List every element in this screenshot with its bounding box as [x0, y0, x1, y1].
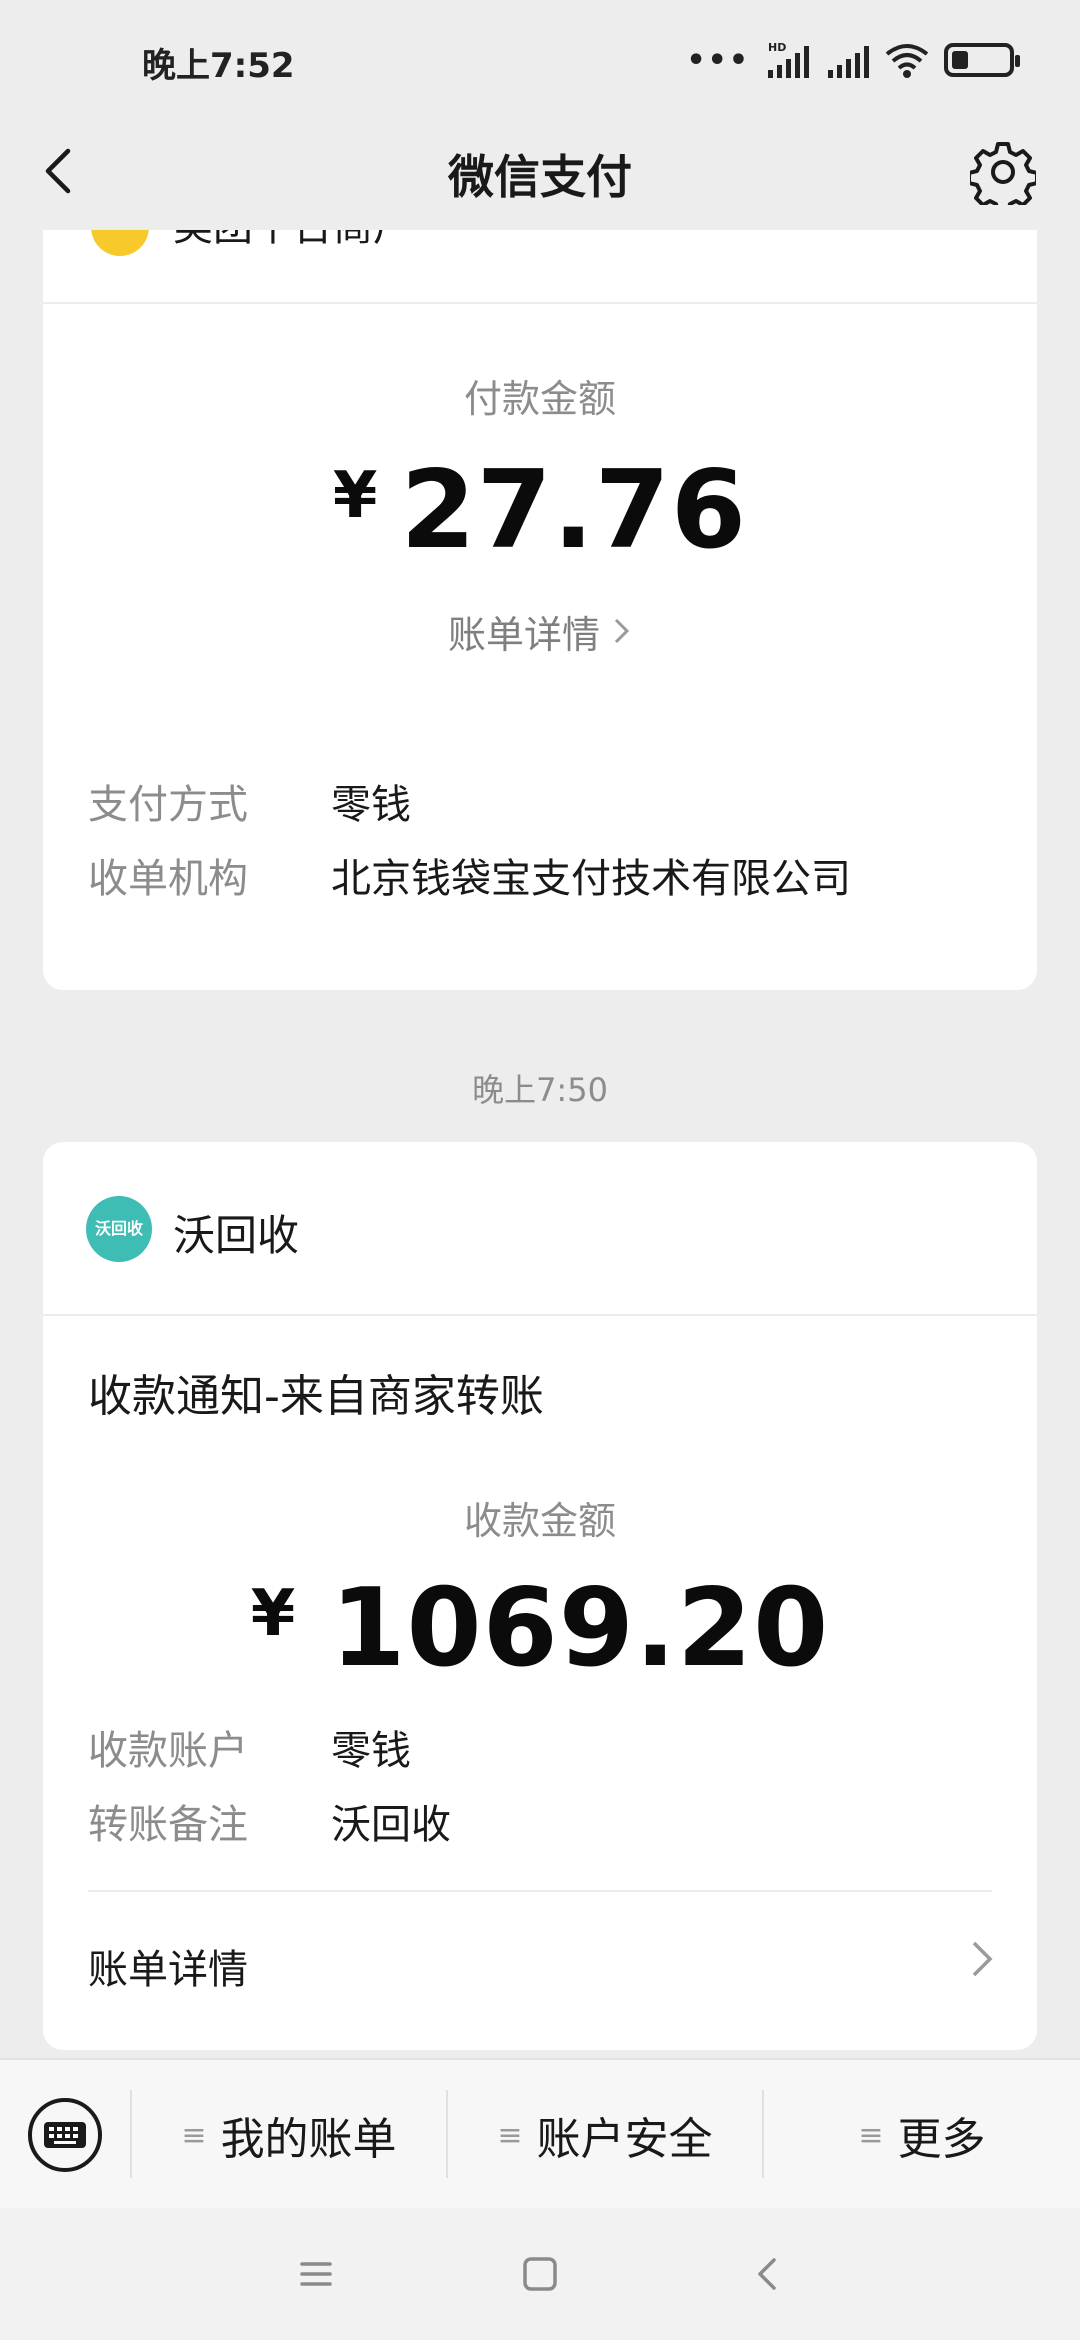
receipt-card[interactable]: 沃回收 沃回收 收款通知-来自商家转账 收款金额 ¥1069.20 收款账户 零… — [43, 1142, 1037, 2050]
keyboard-toggle-button[interactable] — [28, 2098, 102, 2172]
menu-lines-icon: ≡ — [497, 2117, 523, 2153]
meituan-logo — [91, 230, 149, 256]
bill-detail-label: 账单详情 — [447, 613, 600, 657]
currency-symbol: ¥ — [332, 459, 379, 533]
divider — [88, 1890, 992, 1892]
menu-item-more[interactable]: ≡ 更多 — [764, 2060, 1080, 2210]
menu-item-account-security[interactable]: ≡ 账户安全 — [448, 2060, 762, 2210]
gear-icon[interactable] — [970, 139, 1036, 205]
title-bar: 微信支付 — [0, 115, 1080, 230]
amount-label: 付款金额 — [463, 377, 616, 421]
notice-title: 收款通知-来自商家转账 — [88, 1371, 544, 1422]
row-label: 收单机构 — [88, 856, 248, 902]
payment-card[interactable]: 美团平台商户 付款金额 ¥27.76 账单详情 支付方式 零钱 收单机构 北京钱… — [43, 230, 1037, 990]
card-header: 沃回收 沃回收 — [43, 1142, 1037, 1316]
menu-item-label: 更多 — [897, 2114, 986, 2165]
chevron-right-icon — [614, 618, 630, 644]
signal-hd-icon: HD — [768, 41, 809, 78]
hd-badge: HD — [768, 41, 786, 54]
menu-item-label: 我的账单 — [220, 2114, 397, 2165]
back-nav-icon[interactable] — [746, 2252, 790, 2296]
system-nav-bar — [0, 2208, 1080, 2340]
keyboard-icon — [44, 2122, 86, 2148]
message-timestamp: 晚上7:50 — [472, 1071, 608, 1109]
payment-amount: ¥27.76 — [43, 448, 1037, 573]
row-value: 北京钱袋宝支付技术有限公司 — [331, 856, 851, 902]
battery-level — [952, 51, 968, 69]
bottom-menu: ≡ 我的账单 ≡ 账户安全 ≡ 更多 — [0, 2058, 1080, 2208]
merchant-name: 美团平台商户 — [173, 230, 413, 252]
menu-item-my-bills[interactable]: ≡ 我的账单 — [132, 2060, 446, 2210]
status-icons: ••• HD — [686, 40, 1020, 80]
row-label: 支付方式 — [88, 782, 248, 828]
menu-item-label: 账户安全 — [536, 2114, 713, 2165]
row-value: 沃回收 — [331, 1802, 451, 1848]
more-dots-icon: ••• — [686, 42, 750, 78]
row-label: 收款账户 — [88, 1728, 248, 1774]
recent-apps-icon[interactable] — [294, 2252, 338, 2296]
home-icon[interactable] — [518, 2252, 562, 2296]
amount-value: 1069.20 — [330, 1566, 830, 1691]
bill-detail-link[interactable]: 账单详情 — [43, 604, 1037, 659]
receipt-amount: ¥1069.20 — [43, 1566, 1037, 1691]
row-label: 转账备注 — [88, 1802, 248, 1848]
menu-lines-icon: ≡ — [181, 2117, 207, 2153]
row-value: 零钱 — [331, 782, 411, 828]
battery-icon — [944, 43, 1020, 77]
status-time: 晚上7:52 — [142, 46, 295, 86]
status-bar: 晚上7:52 ••• HD — [0, 0, 1080, 115]
amount-value: 27.76 — [400, 448, 748, 573]
row-value: 零钱 — [331, 1728, 411, 1774]
bill-detail-link[interactable]: 账单详情 — [88, 1937, 248, 1995]
chevron-right-icon — [972, 1941, 993, 1977]
page-title: 微信支付 — [448, 150, 632, 204]
currency-symbol: ¥ — [250, 1577, 297, 1651]
amount-label: 收款金额 — [463, 1499, 616, 1543]
card-header: 美团平台商户 — [43, 230, 1037, 304]
merchant-name: 沃回收 — [173, 1211, 300, 1260]
message-list[interactable]: 美团平台商户 付款金额 ¥27.76 账单详情 支付方式 零钱 收单机构 北京钱… — [0, 230, 1080, 2058]
wohuishou-logo: 沃回收 — [86, 1196, 152, 1262]
signal-icon — [828, 46, 869, 78]
wifi-icon — [885, 44, 929, 78]
menu-lines-icon: ≡ — [858, 2117, 884, 2153]
